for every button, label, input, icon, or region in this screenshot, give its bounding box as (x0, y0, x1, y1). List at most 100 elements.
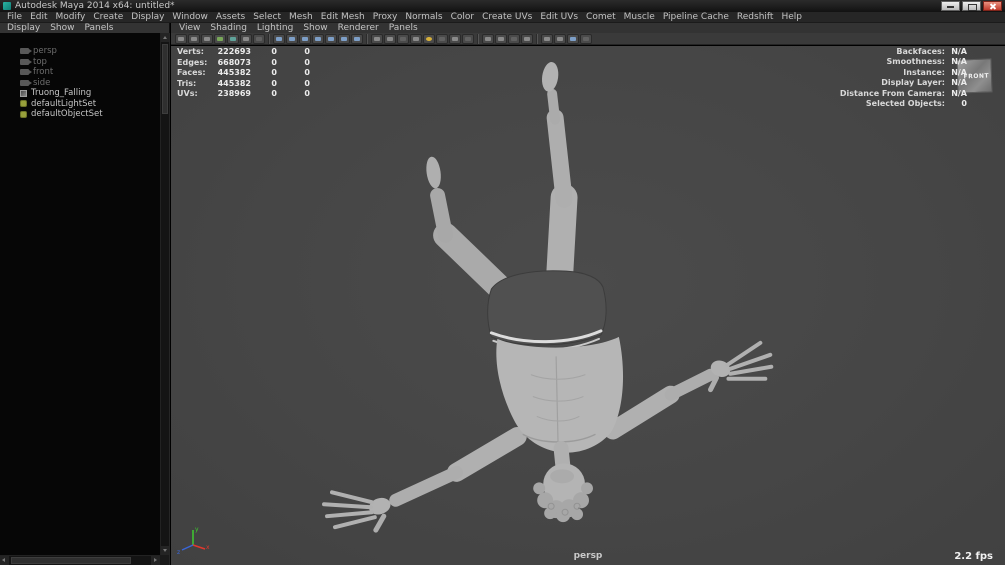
menu-assets[interactable]: Assets (212, 12, 249, 23)
camera-icon (20, 48, 29, 54)
menu-redshift[interactable]: Redshift (733, 12, 778, 23)
film-gate-icon[interactable] (286, 34, 298, 44)
hud-poly-count: Verts:22269300 Edges:66807300 Faces:4453… (177, 47, 310, 100)
viewport-menu-shading[interactable]: Shading (205, 23, 252, 33)
menu-normals[interactable]: Normals (401, 12, 446, 23)
camera-attributes-icon[interactable] (201, 34, 213, 44)
maya-logo-icon (3, 2, 11, 10)
isolate-select-icon[interactable] (495, 34, 507, 44)
viewport-menu-view[interactable]: View (174, 23, 205, 33)
view-transform-icon[interactable] (567, 34, 579, 44)
fps-counter: 2.2 fps (954, 551, 993, 562)
xray-icon[interactable] (508, 34, 520, 44)
camera-name-label: persp (171, 551, 1005, 561)
menu-edit[interactable]: Edit (26, 12, 51, 23)
multisample-icon[interactable] (482, 34, 494, 44)
axis-x-label: x (206, 544, 210, 551)
menu-color[interactable]: Color (447, 12, 479, 23)
model-truong-falling[interactable] (171, 46, 1005, 565)
xray-active-components-icon[interactable] (521, 34, 533, 44)
snapshot-share-icon[interactable] (580, 34, 592, 44)
menu-help[interactable]: Help (777, 12, 806, 23)
toolbar-separator (536, 34, 538, 44)
outliner-item-front[interactable]: front (0, 67, 159, 78)
lock-camera-icon[interactable] (188, 34, 200, 44)
select-camera-icon[interactable] (175, 34, 187, 44)
outliner-menu-show[interactable]: Show (45, 23, 79, 33)
title-bar: Autodesk Maya 2014 x64: untitled* (0, 0, 1005, 12)
gate-mask-icon[interactable] (312, 34, 324, 44)
axis-y-label: y (195, 526, 199, 533)
outliner-item-label: defaultLightSet (31, 99, 96, 109)
menu-mesh[interactable]: Mesh (285, 12, 317, 23)
image-plane-icon[interactable] (227, 34, 239, 44)
outliner-panel: persp top front side Truong_Falling defa… (0, 33, 170, 565)
camera-icon (20, 59, 29, 65)
minimize-button[interactable] (941, 1, 960, 11)
horizontal-scroll-thumb[interactable] (11, 557, 131, 564)
screen-space-ao-icon[interactable] (449, 34, 461, 44)
smooth-shade-icon[interactable] (384, 34, 396, 44)
shadows-icon[interactable] (436, 34, 448, 44)
safe-action-icon[interactable] (338, 34, 350, 44)
menu-muscle[interactable]: Muscle (620, 12, 659, 23)
outliner-item-label: front (33, 67, 53, 77)
scroll-left-arrow-icon[interactable] (0, 556, 9, 565)
menu-window[interactable]: Window (168, 12, 212, 23)
outliner-item-label: persp (33, 46, 57, 56)
field-chart-icon[interactable] (325, 34, 337, 44)
main-menu-bar: File Edit Modify Create Display Window A… (0, 12, 1005, 23)
viewport-menu-panels[interactable]: Panels (384, 23, 423, 33)
vertical-scroll-thumb[interactable] (162, 44, 168, 114)
scroll-up-arrow-icon[interactable] (161, 33, 169, 42)
lighting-icon[interactable] (423, 34, 435, 44)
motion-blur-icon[interactable] (462, 34, 474, 44)
outliner-item-default-object-set[interactable]: defaultObjectSet (0, 109, 159, 120)
menu-comet[interactable]: Comet (582, 12, 620, 23)
menu-select[interactable]: Select (249, 12, 285, 23)
gamma-icon[interactable] (554, 34, 566, 44)
menu-display[interactable]: Display (127, 12, 168, 23)
menu-modify[interactable]: Modify (52, 12, 90, 23)
outliner-menu-panels[interactable]: Panels (79, 23, 118, 33)
grid-icon[interactable] (273, 34, 285, 44)
scroll-right-arrow-icon[interactable] (151, 556, 160, 565)
2d-pan-zoom-icon[interactable] (240, 34, 252, 44)
outliner-item-side[interactable]: side (0, 78, 159, 89)
outliner-item-default-light-set[interactable]: defaultLightSet (0, 99, 159, 110)
menu-pipeline-cache[interactable]: Pipeline Cache (659, 12, 733, 23)
resolution-gate-icon[interactable] (299, 34, 311, 44)
safe-title-icon[interactable] (351, 34, 363, 44)
set-icon (20, 111, 27, 118)
viewport-menu-lighting[interactable]: Lighting (252, 23, 298, 33)
camera-icon (20, 80, 29, 86)
bookmarks-icon[interactable] (214, 34, 226, 44)
viewport-menu-renderer[interactable]: Renderer (333, 23, 384, 33)
grease-pencil-icon[interactable] (253, 34, 265, 44)
outliner-vertical-scrollbar[interactable] (160, 33, 169, 555)
outliner-menu-display[interactable]: Display (2, 23, 45, 33)
exposure-icon[interactable] (541, 34, 553, 44)
maximize-button[interactable] (962, 1, 981, 11)
menu-edit-uvs[interactable]: Edit UVs (536, 12, 582, 23)
outliner-item-persp[interactable]: persp (0, 46, 159, 57)
outliner-item-label: top (33, 57, 47, 67)
menu-create-uvs[interactable]: Create UVs (478, 12, 536, 23)
scroll-down-arrow-icon[interactable] (161, 546, 169, 555)
outliner-horizontal-scrollbar[interactable] (0, 555, 160, 565)
outliner-item-top[interactable]: top (0, 57, 159, 68)
menu-file[interactable]: File (3, 12, 26, 23)
panel-menu-row: Display Show Panels View Shading Lightin… (0, 23, 1005, 33)
scrollbar-corner (160, 555, 169, 565)
menu-proxy[interactable]: Proxy (369, 12, 402, 23)
viewport-menu-show[interactable]: Show (298, 23, 332, 33)
perspective-viewport[interactable]: FRONT Verts:22269300 Edges:66807300 Face… (171, 46, 1005, 565)
menu-edit-mesh[interactable]: Edit Mesh (317, 12, 369, 23)
menu-create[interactable]: Create (89, 12, 127, 23)
outliner-item-truong-falling[interactable]: Truong_Falling (0, 88, 159, 99)
close-button[interactable] (983, 1, 1002, 11)
use-default-material-icon[interactable] (410, 34, 422, 44)
textured-icon[interactable] (397, 34, 409, 44)
camera-icon (20, 69, 29, 75)
wireframe-icon[interactable] (371, 34, 383, 44)
